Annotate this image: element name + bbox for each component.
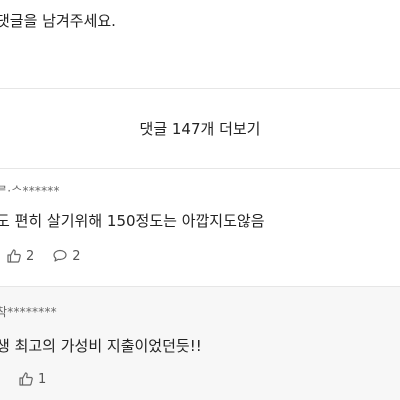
more-comments-label: 댓글 147개 더보기: [139, 119, 261, 138]
speech-bubble-icon: [52, 248, 68, 264]
like-button[interactable]: 1: [18, 371, 46, 387]
like-count: 2: [26, 248, 35, 264]
comments-section: 댓글을 남겨주세요. 댓글 147개 더보기 ᄅ·ᄉ****** 도 편히 살기…: [0, 0, 400, 400]
thumbs-up-icon: [6, 248, 22, 264]
comment-item: 착******** 생 최고의 가성비 지출이었던듯!! 1: [0, 287, 400, 400]
comment-text: 도 편히 살기위해 150정도는 아깝지도않음: [0, 212, 265, 230]
thumbs-up-icon: [18, 371, 34, 387]
reply-button[interactable]: 2: [52, 248, 81, 264]
comment-actions: 2 2: [6, 248, 81, 264]
comment-item: ᄅ·ᄉ****** 도 편히 살기위해 150정도는 아깝지도않음 2 2: [0, 168, 400, 286]
comment-input-prompt[interactable]: 댓글을 남겨주세요.: [0, 10, 116, 31]
comment-text: 생 최고의 가성비 지출이었던듯!!: [0, 337, 202, 355]
comment-author: 착********: [0, 305, 57, 319]
comment-actions: 1: [18, 371, 46, 387]
comment-author: ᄅ·ᄉ******: [0, 184, 60, 198]
like-button[interactable]: 2: [6, 248, 34, 264]
reply-count: 2: [72, 248, 81, 264]
like-count: 1: [38, 371, 47, 387]
more-comments-button[interactable]: 댓글 147개 더보기: [0, 88, 400, 168]
